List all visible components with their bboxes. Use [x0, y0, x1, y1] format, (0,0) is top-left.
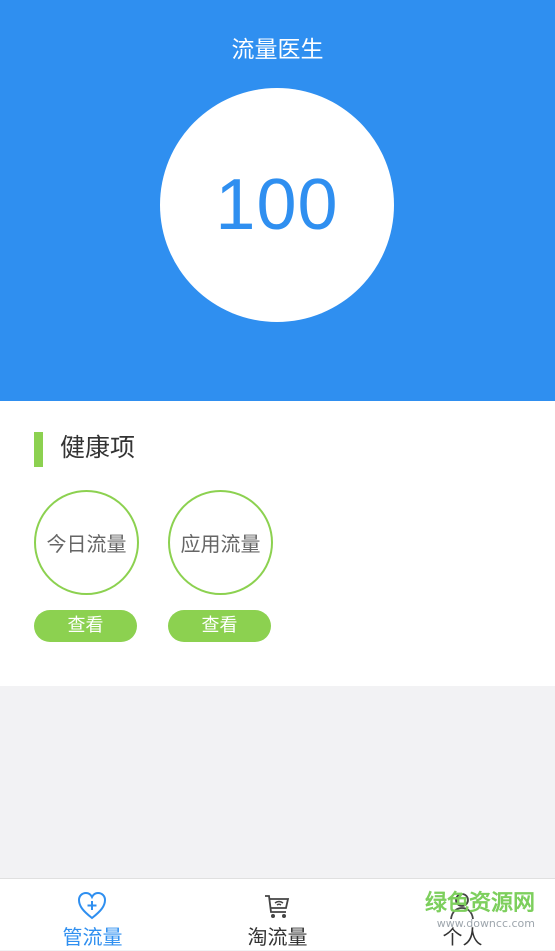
section-accent-bar	[34, 432, 43, 467]
score-value: 100	[215, 165, 339, 245]
health-panel: 健康项 今日流量 查看 应用流量 查看	[0, 401, 555, 686]
bottom-tab-bar: 管流量 淘流量 个人 绿色资源网 www.downcc.com	[0, 878, 555, 950]
empty-area	[0, 686, 555, 878]
cart-wifi-icon	[265, 895, 290, 918]
tab-label: 管流量	[62, 925, 123, 949]
today-traffic-circle: 今日流量	[34, 490, 139, 595]
watermark-text: 绿色资源网	[424, 891, 535, 916]
section-title: 健康项	[60, 433, 136, 462]
watermark-url: www.downcc.com	[436, 917, 535, 930]
app-traffic-circle: 应用流量	[168, 490, 273, 595]
score-circle: 100	[160, 88, 394, 322]
header: 流量医生 100	[0, 0, 555, 401]
watermark: 绿色资源网 www.downcc.com	[425, 892, 535, 930]
app-traffic-view-button[interactable]: 查看	[168, 610, 271, 642]
health-item-app: 应用流量 查看	[168, 490, 273, 642]
today-traffic-view-button[interactable]: 查看	[34, 610, 137, 642]
tab-get-traffic[interactable]: 淘流量	[185, 879, 370, 951]
tab-label: 淘流量	[247, 925, 308, 949]
tab-manage-traffic[interactable]: 管流量	[0, 879, 185, 951]
health-item-today: 今日流量 查看	[34, 490, 139, 642]
heart-plus-icon	[77, 891, 107, 920]
page-title: 流量医生	[231, 37, 324, 63]
